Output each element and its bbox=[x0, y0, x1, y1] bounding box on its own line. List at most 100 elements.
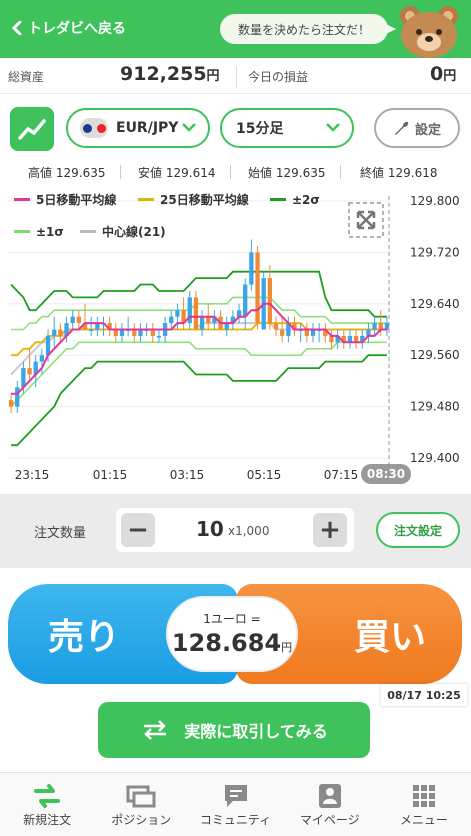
candle-body bbox=[39, 355, 45, 362]
candle-body bbox=[267, 278, 273, 324]
candle-body bbox=[169, 316, 174, 324]
nav-label: ポジション bbox=[111, 813, 172, 827]
today-pnl-label: 今日の損益 bbox=[248, 70, 309, 84]
candle-body bbox=[58, 329, 63, 336]
exchange-arrows-icon bbox=[144, 720, 167, 740]
real-trade-label: 実際に取引してみる bbox=[184, 722, 328, 741]
legend-swatch bbox=[14, 198, 30, 201]
candle-body bbox=[89, 329, 94, 331]
chart-settings-button[interactable]: 設定 bbox=[374, 108, 460, 148]
candle-body bbox=[372, 323, 377, 330]
nav-label: マイページ bbox=[299, 813, 360, 827]
quantity-value: 10 bbox=[196, 517, 224, 541]
chevron-left-icon bbox=[12, 21, 22, 35]
speech-text: 数量を決めたら注文だ！ bbox=[237, 22, 370, 37]
user-icon bbox=[318, 784, 341, 808]
line-chart-icon bbox=[18, 119, 46, 140]
chevron-down-icon bbox=[182, 123, 196, 132]
candle-body bbox=[175, 310, 180, 317]
legend-label: 5日移動平均線 bbox=[36, 192, 116, 207]
timeframe-label: 15分足 bbox=[236, 121, 284, 137]
order-settings-button[interactable]: 注文設定 bbox=[376, 512, 460, 548]
currency-flag-icon bbox=[80, 118, 108, 138]
candle-body bbox=[76, 316, 82, 324]
candle-body bbox=[193, 297, 199, 330]
y-tick-label: 129.400 bbox=[410, 451, 460, 465]
candle-body bbox=[273, 323, 279, 330]
total-assets-label: 総資産 bbox=[8, 70, 45, 84]
quantity-unit: x1,000 bbox=[228, 524, 270, 538]
settings-label: 設定 bbox=[414, 122, 441, 138]
back-button[interactable]: トレダビへ戻る bbox=[12, 18, 126, 38]
mascot-speech-bubble: 数量を決めたら注文だ！ bbox=[220, 14, 396, 44]
back-label: トレダビへ戻る bbox=[28, 21, 126, 37]
candle-body bbox=[52, 329, 57, 336]
candle-body bbox=[8, 400, 14, 407]
candle-body bbox=[249, 252, 254, 285]
bottom-navigation: 新規注文 ポジション コミュニティ マイページ メニュー bbox=[0, 772, 471, 836]
timeframe-select[interactable]: 15分足 bbox=[220, 108, 354, 148]
nav-label: コミュニティ bbox=[199, 813, 272, 827]
nav-mypage[interactable]: マイページ bbox=[283, 773, 377, 836]
order-quantity-panel: 注文数量 − 10 x1,000 + 注文設定 bbox=[0, 494, 471, 568]
x-tick-label: 05:15 bbox=[247, 468, 282, 482]
nav-positions[interactable]: ポジション bbox=[94, 773, 188, 836]
currency-pair-label: EUR/JPY bbox=[116, 120, 179, 136]
x-tick-label: 07:15 bbox=[324, 468, 359, 482]
close-price: 終値 129.618 bbox=[360, 166, 438, 180]
chat-icon bbox=[224, 785, 247, 807]
legend-swatch bbox=[80, 230, 96, 233]
y-tick-label: 129.720 bbox=[410, 245, 460, 259]
candle-body bbox=[236, 310, 242, 317]
x-tick-label: 01:15 bbox=[93, 468, 128, 482]
candle-body bbox=[280, 329, 285, 336]
quantity-label: 注文数量 bbox=[34, 526, 87, 541]
sell-label: 売り bbox=[48, 617, 121, 658]
candle-body bbox=[27, 368, 32, 375]
x-tick-label: 23:15 bbox=[15, 468, 50, 482]
candle-body bbox=[199, 316, 205, 330]
divider bbox=[230, 165, 231, 179]
open-price: 始値 129.635 bbox=[248, 166, 326, 180]
nav-new-order[interactable]: 新規注文 bbox=[0, 773, 94, 836]
candlestick-chart[interactable]: 129.800 129.720 129.640 129.560 129.480 129.4… bbox=[0, 186, 471, 492]
wrench-icon bbox=[394, 121, 409, 135]
chart-controls: EUR/JPY 15分足 設定 bbox=[0, 100, 471, 156]
lower-2sigma-line bbox=[11, 354, 387, 447]
nav-community[interactable]: コミュニティ bbox=[188, 773, 282, 836]
legend-swatch bbox=[14, 230, 30, 233]
chevron-down-icon bbox=[326, 123, 340, 132]
candle-body bbox=[15, 387, 20, 407]
divider bbox=[120, 165, 121, 179]
timestamp: 08/17 10:25 bbox=[381, 684, 467, 706]
ohlc-row: 高値 129.635 安値 129.614 始値 129.635 終値 129.… bbox=[0, 162, 471, 182]
current-time-label: 08:30 bbox=[367, 467, 405, 481]
chart-type-button[interactable] bbox=[10, 107, 54, 151]
legend-label: ±1σ bbox=[36, 225, 64, 239]
divider bbox=[340, 165, 341, 179]
price-chart[interactable]: 129.800 129.720 129.640 129.560 129.480 129.4… bbox=[0, 186, 471, 492]
candle-body bbox=[156, 335, 162, 338]
increase-quantity-button[interactable]: + bbox=[313, 513, 347, 547]
y-tick-label: 129.800 bbox=[410, 194, 460, 208]
low-price: 安値 129.614 bbox=[138, 166, 216, 180]
buy-label: 買い bbox=[353, 617, 426, 658]
y-tick-label: 129.480 bbox=[410, 400, 460, 414]
nav-label: 新規注文 bbox=[23, 813, 72, 827]
grid-menu-icon bbox=[412, 785, 435, 807]
legend-swatch bbox=[138, 198, 154, 201]
real-trade-button[interactable]: 実際に取引してみる bbox=[98, 702, 370, 758]
nav-menu[interactable]: メニュー bbox=[377, 773, 471, 836]
y-tick-label: 129.640 bbox=[410, 297, 460, 311]
fullscreen-arrows-icon bbox=[356, 210, 376, 230]
currency-pair-select[interactable]: EUR/JPY bbox=[66, 108, 210, 148]
candle-body bbox=[70, 316, 75, 324]
nav-label: メニュー bbox=[399, 813, 448, 827]
candle-body bbox=[243, 284, 248, 317]
decrease-quantity-button[interactable]: − bbox=[121, 513, 155, 547]
positions-icon bbox=[126, 785, 156, 808]
legend-label: 中心線(21) bbox=[102, 224, 166, 239]
y-tick-label: 129.560 bbox=[410, 348, 460, 362]
rate-value: 128.684円 bbox=[171, 629, 293, 657]
legend-label: ±2σ bbox=[292, 193, 320, 207]
